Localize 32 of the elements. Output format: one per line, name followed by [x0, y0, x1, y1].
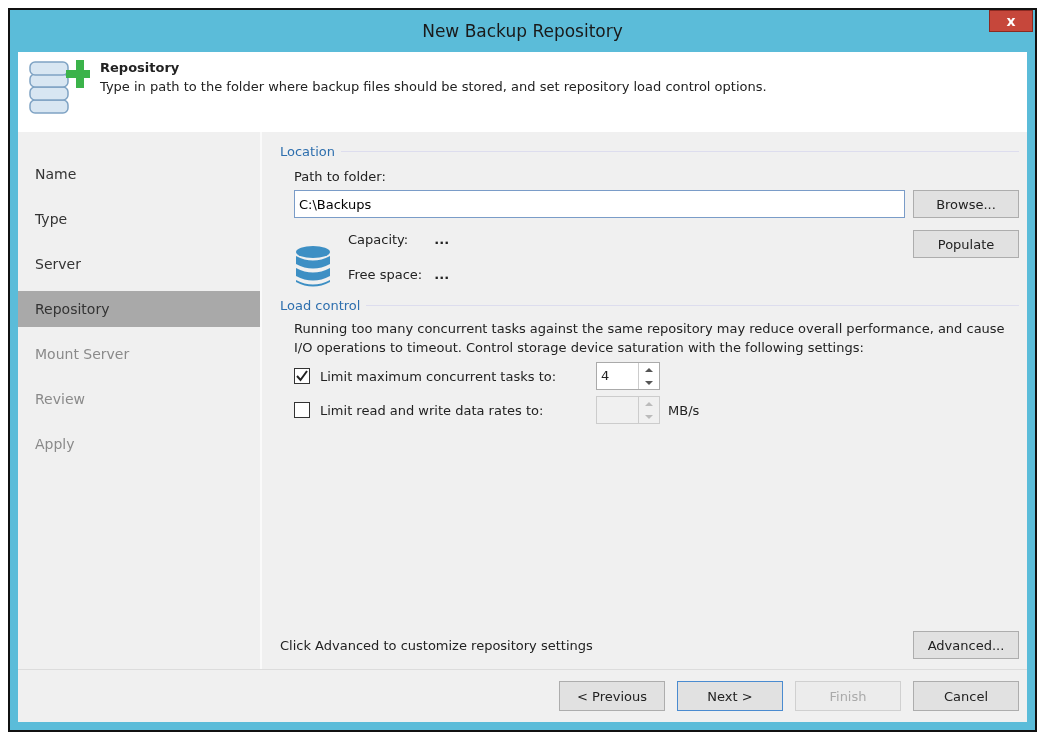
wizard-button[interactable]: Cancel: [913, 681, 1019, 711]
info-label: Free space:: [348, 267, 423, 282]
populate-button[interactable]: Populate: [913, 230, 1019, 258]
page-description: Type in path to the folder where backup files should be stored, and set repository load control options.: [100, 79, 767, 94]
path-field[interactable]: C:\Backups: [294, 190, 905, 218]
sidebar-item[interactable]: Repository: [18, 291, 260, 327]
info-label: Capacity:: [348, 232, 410, 247]
database-add-icon: [28, 60, 90, 116]
section-heading: Load control: [280, 298, 361, 313]
number-spinner[interactable]: 4: [596, 362, 660, 390]
sidebar-item[interactable]: Type: [18, 201, 260, 237]
close-button[interactable]: x: [989, 10, 1033, 32]
database-icon: [296, 246, 330, 288]
checkbox-label: Limit maximum concurrent tasks to:: [320, 368, 558, 384]
wizard-button[interactable]: Next >: [677, 681, 783, 711]
page-title: Repository: [100, 60, 181, 75]
section-heading: Location: [280, 144, 335, 159]
window-title: New Backup Repository: [422, 21, 623, 41]
description-text: Running too many concurrent tasks against the same repository may reduce overall performance, and cause I/O operations to timeout. Control storage device saturation with the following settings:: [294, 320, 1006, 357]
checkbox[interactable]: [294, 402, 310, 418]
info-value: ...: [434, 232, 450, 247]
sidebar-item[interactable]: Name: [18, 156, 260, 192]
checkbox-label: Limit read and write data rates to:: [320, 402, 545, 418]
wizard-button[interactable]: < Previous: [559, 681, 665, 711]
field-label: Path to folder:: [294, 169, 387, 184]
unit-label: MB/s: [668, 402, 700, 418]
sidebar-item[interactable]: Server: [18, 246, 260, 282]
checkbox[interactable]: [294, 368, 310, 384]
info-value: ...: [434, 267, 450, 282]
hint-text: Click Advanced to customize repository settings: [280, 637, 593, 653]
advanced-button[interactable]: Advanced...: [913, 631, 1019, 659]
browse-button[interactable]: Browse...: [913, 190, 1019, 218]
